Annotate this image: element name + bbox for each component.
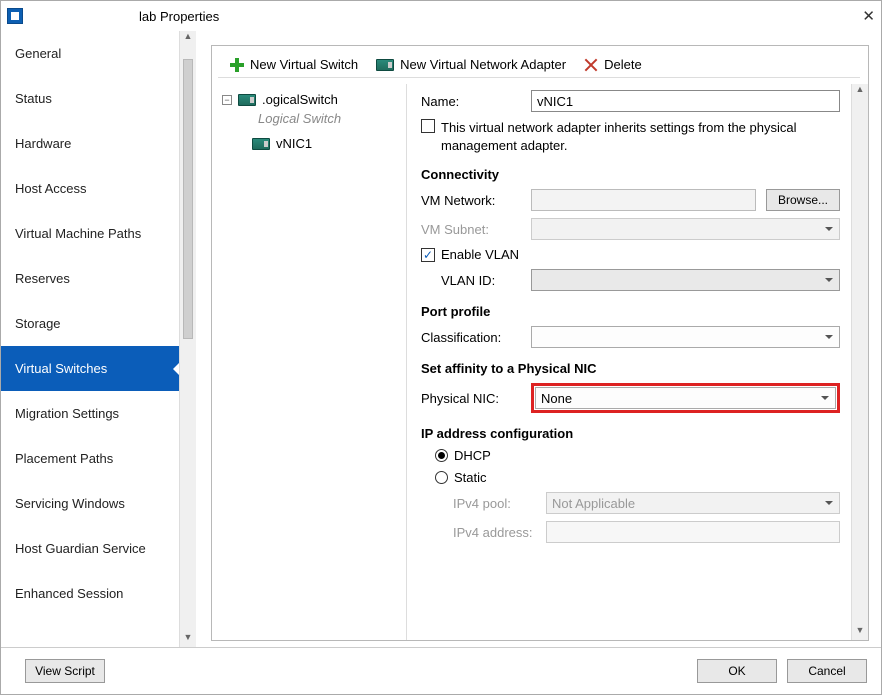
collapse-icon[interactable]: − — [222, 95, 232, 105]
dhcp-label: DHCP — [454, 448, 491, 463]
sidebar-item-servicing-windows[interactable]: Servicing Windows — [1, 481, 179, 526]
toolbar-label: New Virtual Network Adapter — [400, 57, 566, 72]
new-virtual-adapter-button[interactable]: New Virtual Network Adapter — [372, 55, 570, 74]
chevron-down-icon[interactable]: ▼ — [854, 625, 866, 640]
vlan-id-label: VLAN ID: — [441, 273, 531, 288]
ipv4-address-label: IPv4 address: — [453, 525, 546, 540]
sidebar-item-storage[interactable]: Storage — [1, 301, 179, 346]
delete-button[interactable]: Delete — [580, 55, 646, 74]
port-profile-header: Port profile — [421, 304, 840, 319]
physical-nic-label: Physical NIC: — [421, 391, 531, 406]
ipv4-pool-label: IPv4 pool: — [453, 496, 546, 511]
classification-label: Classification: — [421, 330, 531, 345]
name-label: Name: — [421, 94, 531, 109]
sidebar-item-host-guardian-service[interactable]: Host Guardian Service — [1, 526, 179, 571]
chevron-up-icon[interactable]: ▲ — [182, 31, 194, 46]
sidebar-item-reserves[interactable]: Reserves — [1, 256, 179, 301]
ipv4-address-input — [546, 521, 840, 543]
plus-icon — [230, 58, 244, 72]
chevron-down-icon — [825, 278, 833, 286]
sidebar-scrollbar[interactable]: ▲ ▼ — [179, 31, 196, 647]
sidebar-item-virtual-machine-paths[interactable]: Virtual Machine Paths — [1, 211, 179, 256]
static-label: Static — [454, 470, 487, 485]
chevron-down-icon — [821, 396, 829, 404]
vm-network-field — [531, 189, 756, 211]
vm-subnet-select — [531, 218, 840, 240]
nic-icon — [376, 59, 394, 71]
form-scrollbar[interactable]: ▲ ▼ — [851, 84, 868, 640]
static-radio[interactable] — [435, 471, 448, 484]
chevron-down-icon — [825, 227, 833, 235]
close-icon[interactable]: ✕ — [855, 7, 875, 25]
ok-button[interactable]: OK — [697, 659, 777, 683]
sidebar-item-virtual-switches[interactable]: Virtual Switches — [1, 346, 179, 391]
toolbar: New Virtual Switch New Virtual Network A… — [218, 52, 860, 78]
sidebar-item-general[interactable]: General — [1, 31, 179, 76]
connectivity-header: Connectivity — [421, 167, 840, 182]
browse-button[interactable]: Browse... — [766, 189, 840, 211]
sidebar-item-host-access[interactable]: Host Access — [1, 166, 179, 211]
dialog-footer: View Script OK Cancel — [1, 647, 881, 694]
window-title: lab Properties — [29, 9, 855, 24]
enable-vlan-label: Enable VLAN — [441, 247, 519, 262]
view-script-button[interactable]: View Script — [25, 659, 105, 683]
tree-vnic-label: vNIC1 — [276, 136, 312, 151]
cancel-button[interactable]: Cancel — [787, 659, 867, 683]
affinity-header: Set affinity to a Physical NIC — [421, 361, 840, 376]
sidebar-item-enhanced-session[interactable]: Enhanced Session — [1, 571, 179, 616]
delete-icon — [584, 58, 598, 72]
new-virtual-switch-button[interactable]: New Virtual Switch — [226, 55, 362, 74]
toolbar-label: New Virtual Switch — [250, 57, 358, 72]
sidebar-item-migration-settings[interactable]: Migration Settings — [1, 391, 179, 436]
switch-tree: − .ogicalSwitch Logical Switch vNIC1 — [212, 84, 407, 640]
nic-icon — [252, 138, 270, 150]
sidebar-item-status[interactable]: Status — [1, 76, 179, 121]
tree-switch-subtitle: Logical Switch — [216, 111, 402, 126]
tree-vnic-node[interactable]: vNIC1 — [216, 132, 402, 155]
toolbar-label: Delete — [604, 57, 642, 72]
classification-select[interactable] — [531, 326, 840, 348]
chevron-down-icon — [825, 335, 833, 343]
physical-nic-select[interactable]: None — [535, 387, 836, 409]
physical-nic-highlight: None — [531, 383, 840, 413]
inherit-label: This virtual network adapter inherits se… — [441, 119, 840, 154]
chevron-up-icon[interactable]: ▲ — [854, 84, 866, 99]
ipv4-pool-select: Not Applicable — [546, 492, 840, 514]
vm-network-label: VM Network: — [421, 193, 531, 208]
scroll-thumb[interactable] — [183, 59, 193, 339]
chevron-down-icon[interactable]: ▼ — [182, 632, 194, 647]
name-input[interactable] — [531, 90, 840, 112]
dhcp-radio[interactable] — [435, 449, 448, 462]
chevron-down-icon — [825, 501, 833, 509]
content-panel: New Virtual Switch New Virtual Network A… — [211, 45, 869, 641]
vm-subnet-label: VM Subnet: — [421, 222, 531, 237]
sidebar-item-placement-paths[interactable]: Placement Paths — [1, 436, 179, 481]
inherit-checkbox[interactable] — [421, 119, 435, 133]
enable-vlan-checkbox[interactable]: ✓ — [421, 248, 435, 262]
tree-switch-node[interactable]: − .ogicalSwitch — [216, 90, 402, 109]
sidebar: GeneralStatusHardwareHost AccessVirtual … — [1, 31, 197, 647]
tree-switch-label: .ogicalSwitch — [262, 92, 338, 107]
vlan-id-select[interactable] — [531, 269, 840, 291]
nic-icon — [238, 94, 256, 106]
ipconfig-header: IP address configuration — [421, 426, 840, 441]
app-icon — [7, 8, 23, 24]
titlebar: lab Properties ✕ — [1, 1, 881, 31]
sidebar-item-hardware[interactable]: Hardware — [1, 121, 179, 166]
